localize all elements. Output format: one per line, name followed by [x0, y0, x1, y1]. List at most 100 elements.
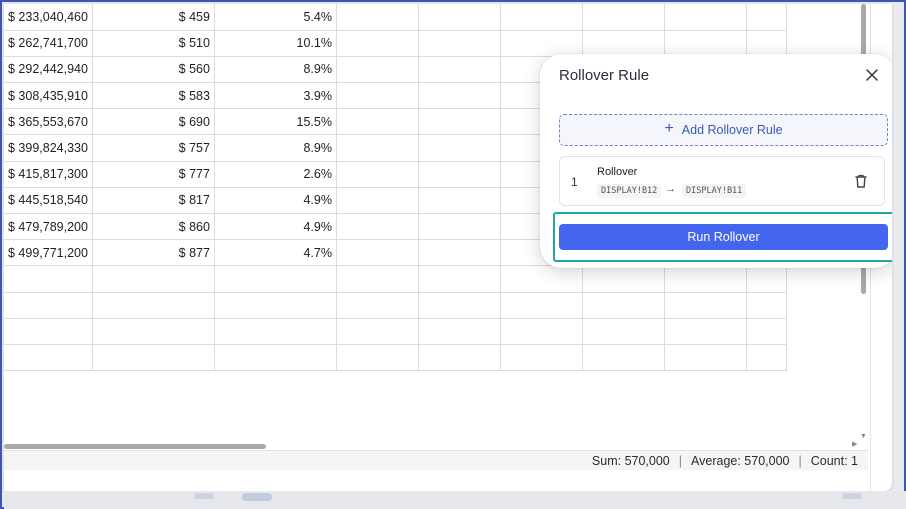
grid-cell[interactable] — [214, 265, 337, 293]
grid-cell[interactable] — [336, 213, 419, 241]
grid-cell[interactable] — [336, 161, 419, 188]
grid-cell[interactable] — [92, 318, 215, 345]
grid-cell[interactable]: $ 479,789,200 — [4, 213, 93, 241]
grid-cell[interactable] — [664, 344, 747, 372]
horizontal-scrollbar-thumb[interactable] — [4, 444, 266, 449]
grid-cell[interactable] — [418, 318, 501, 345]
grid-cell[interactable]: 2.6% — [214, 161, 337, 188]
grid-cell[interactable]: $ 560 — [92, 56, 215, 84]
grid-cell[interactable]: $ 690 — [92, 108, 215, 136]
grid-cell[interactable]: 8.9% — [214, 56, 337, 84]
grid-cell[interactable] — [418, 4, 501, 31]
trash-icon[interactable] — [854, 173, 868, 189]
grid-cell[interactable] — [500, 4, 583, 31]
grid-cell[interactable]: $ 262,741,700 — [4, 30, 93, 57]
grid-cell[interactable] — [418, 30, 501, 57]
grid-cell[interactable]: $ 459 — [92, 4, 215, 31]
grid-cell[interactable] — [746, 344, 787, 372]
grid-cell[interactable] — [418, 82, 501, 110]
grid-cell[interactable] — [500, 30, 583, 57]
grid-cell[interactable]: 4.9% — [214, 213, 337, 241]
grid-cell[interactable] — [500, 292, 583, 319]
grid-cell[interactable] — [664, 30, 747, 57]
grid-cell[interactable] — [582, 318, 665, 345]
grid-cell[interactable] — [336, 292, 419, 319]
grid-cell[interactable] — [500, 265, 583, 293]
scroll-down-arrow-icon[interactable]: ▼ — [860, 433, 867, 440]
grid-cell[interactable] — [4, 265, 93, 293]
grid-cell[interactable] — [336, 134, 419, 162]
grid-cell[interactable] — [664, 265, 747, 293]
grid-cell[interactable] — [336, 344, 419, 372]
grid-cell[interactable] — [4, 344, 93, 372]
grid-cell[interactable] — [92, 265, 215, 293]
grid-cell[interactable] — [418, 292, 501, 319]
grid-cell[interactable] — [92, 344, 215, 372]
grid-cell[interactable]: 4.9% — [214, 187, 337, 215]
grid-cell[interactable] — [664, 292, 747, 319]
grid-cell[interactable] — [500, 344, 583, 372]
grid-cell[interactable] — [336, 187, 419, 215]
grid-cell[interactable]: $ 583 — [92, 82, 215, 110]
rollover-rule-card[interactable]: 1 Rollover DISPLAY!B12 → DISPLAY!B11 — [559, 156, 885, 206]
grid-cell[interactable] — [214, 344, 337, 372]
grid-cell[interactable]: $ 510 — [92, 30, 215, 57]
grid-cell[interactable] — [746, 4, 787, 31]
grid-cell[interactable] — [664, 318, 747, 345]
scroll-right-arrow-icon[interactable]: ▶ — [852, 440, 857, 448]
grid-cell[interactable]: $ 292,442,940 — [4, 56, 93, 84]
grid-cell[interactable]: $ 445,518,540 — [4, 187, 93, 215]
grid-cell[interactable]: $ 399,824,330 — [4, 134, 93, 162]
grid-cell[interactable]: $ 499,771,200 — [4, 239, 93, 267]
grid-cell[interactable]: $ 308,435,910 — [4, 82, 93, 110]
grid-cell[interactable] — [746, 30, 787, 57]
grid-cell[interactable] — [418, 265, 501, 293]
grid-cell[interactable] — [582, 30, 665, 57]
grid-cell[interactable]: $ 415,817,300 — [4, 161, 93, 188]
grid-cell[interactable] — [92, 292, 215, 319]
grid-cell[interactable] — [336, 265, 419, 293]
grid-cell[interactable] — [418, 344, 501, 372]
grid-cell[interactable]: $ 817 — [92, 187, 215, 215]
grid-cell[interactable] — [336, 239, 419, 267]
grid-cell[interactable]: 4.7% — [214, 239, 337, 267]
grid-cell[interactable] — [418, 161, 501, 188]
grid-cell[interactable]: $ 233,040,460 — [4, 4, 93, 31]
grid-cell[interactable]: 3.9% — [214, 82, 337, 110]
grid-cell[interactable] — [214, 292, 337, 319]
run-rollover-button[interactable]: Run Rollover — [559, 224, 888, 250]
grid-cell[interactable] — [746, 265, 787, 293]
grid-cell[interactable]: 10.1% — [214, 30, 337, 57]
grid-cell[interactable]: $ 365,553,670 — [4, 108, 93, 136]
grid-cell[interactable] — [336, 30, 419, 57]
grid-cell[interactable]: 5.4% — [214, 4, 337, 31]
grid-cell[interactable] — [500, 318, 583, 345]
grid-cell[interactable] — [582, 4, 665, 31]
grid-cell[interactable] — [418, 213, 501, 241]
grid-cell[interactable] — [582, 292, 665, 319]
grid-cell[interactable] — [418, 56, 501, 84]
grid-cell[interactable] — [336, 56, 419, 84]
grid-cell[interactable] — [214, 318, 337, 345]
grid-cell[interactable] — [418, 239, 501, 267]
grid-cell[interactable] — [336, 318, 419, 345]
grid-cell[interactable] — [746, 318, 787, 345]
close-icon[interactable] — [864, 67, 880, 83]
grid-cell[interactable] — [418, 108, 501, 136]
grid-cell[interactable] — [664, 4, 747, 31]
grid-cell[interactable] — [582, 344, 665, 372]
grid-cell[interactable]: 15.5% — [214, 108, 337, 136]
grid-cell[interactable] — [336, 108, 419, 136]
grid-cell[interactable]: 8.9% — [214, 134, 337, 162]
grid-cell[interactable]: $ 777 — [92, 161, 215, 188]
grid-cell[interactable] — [418, 134, 501, 162]
grid-cell[interactable] — [336, 82, 419, 110]
grid-cell[interactable] — [4, 318, 93, 345]
add-rollover-rule-button[interactable]: + Add Rollover Rule — [559, 114, 888, 146]
grid-cell[interactable] — [336, 4, 419, 31]
grid-cell[interactable]: $ 757 — [92, 134, 215, 162]
grid-cell[interactable] — [4, 292, 93, 319]
grid-cell[interactable]: $ 860 — [92, 213, 215, 241]
grid-cell[interactable]: $ 877 — [92, 239, 215, 267]
grid-cell[interactable] — [746, 292, 787, 319]
